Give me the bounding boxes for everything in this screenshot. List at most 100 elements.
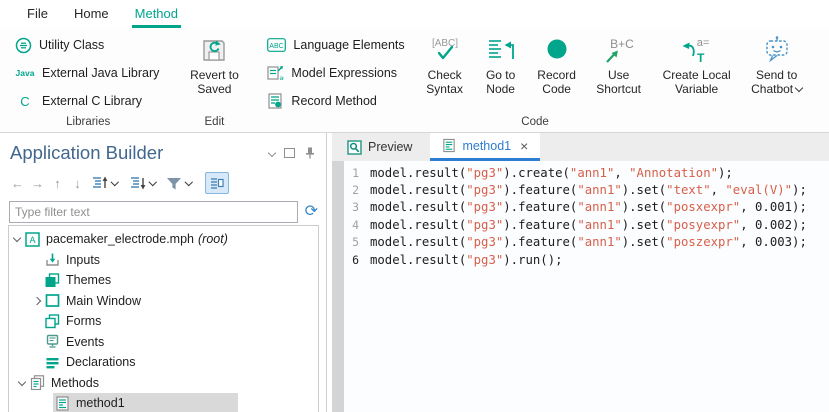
external-java-library-button[interactable]: Java External Java Library xyxy=(10,59,164,87)
tree-item-root[interactable]: A pacemaker_electrode.mph (root) xyxy=(9,229,318,250)
selected-row-highlight: method1 xyxy=(53,393,238,412)
line-number: 2 xyxy=(344,183,359,197)
forward-arrow-icon[interactable]: → xyxy=(29,176,46,191)
language-elements-button[interactable]: ABC Language Elements xyxy=(262,31,409,59)
tab-method1[interactable]: method1 × xyxy=(430,133,540,161)
filter-button[interactable] xyxy=(164,175,198,192)
tab-home[interactable]: Home xyxy=(61,1,122,26)
language-elements-label: Language Elements xyxy=(293,38,404,52)
check-syntax-icon: [ABC] xyxy=(427,32,463,68)
code-text: model.result("pg3").run(); xyxy=(370,253,563,267)
send-to-chatbot-button[interactable]: Send to Chatbot xyxy=(744,29,810,96)
record-method-button[interactable]: Record Method xyxy=(262,87,409,115)
external-c-library-button[interactable]: C External C Library xyxy=(10,87,147,115)
editor-gutter xyxy=(332,161,344,412)
events-icon xyxy=(45,334,60,349)
svg-text:ABC: ABC xyxy=(270,43,284,50)
move-up-arrow-icon[interactable]: ↑ xyxy=(49,176,66,191)
chatbot-icon xyxy=(760,32,794,68)
svg-text:[ABC]: [ABC] xyxy=(432,38,458,49)
tree-root-suffix: (root) xyxy=(198,232,228,246)
refresh-icon[interactable]: ⟳ xyxy=(305,204,318,220)
revert-to-saved-icon xyxy=(198,32,230,68)
tree-item-declarations[interactable]: Declarations xyxy=(9,352,318,373)
code-lines: 1model.result("pg3").create("ann1", "Ann… xyxy=(344,164,829,268)
group-label-code: Code xyxy=(258,116,811,132)
code-line[interactable]: 5 model.result("pg3").feature("ann1").set… xyxy=(344,234,829,251)
code-editor[interactable]: 1model.result("pg3").create("ann1", "Ann… xyxy=(332,161,829,412)
filter-input[interactable] xyxy=(9,201,298,223)
code-line[interactable]: 2model.result("pg3").feature("ann1").set… xyxy=(344,181,829,198)
tab-file[interactable]: File xyxy=(14,1,61,26)
use-shortcut-button[interactable]: B+C Use Shortcut xyxy=(588,29,650,96)
tree-item-forms[interactable]: Forms xyxy=(9,311,318,332)
caret[interactable] xyxy=(29,298,44,304)
tab-method[interactable]: Method xyxy=(122,1,191,26)
check-syntax-button[interactable]: [ABC] Check Syntax xyxy=(418,29,472,96)
close-tab-icon[interactable]: × xyxy=(520,140,528,152)
revert-to-saved-button[interactable]: Revert to Saved xyxy=(178,29,250,96)
themes-icon xyxy=(45,273,60,288)
line-number: 3 xyxy=(344,200,359,214)
tree-item-main-window[interactable]: Main Window xyxy=(9,291,318,312)
create-local-variable-icon: a= T xyxy=(677,32,717,68)
expand-list-button[interactable] xyxy=(89,174,124,192)
tree-item-events[interactable]: Events xyxy=(9,332,318,353)
code-text: model.result("pg3").create("ann1", "Anno… xyxy=(370,166,733,180)
group-label-edit: Edit xyxy=(176,116,252,132)
revert-to-saved-label: Revert to Saved xyxy=(181,68,247,96)
show-in-model-builder-toggle[interactable] xyxy=(205,172,229,194)
go-to-node-label: Go to Node xyxy=(479,68,523,96)
tree-item-themes[interactable]: Themes xyxy=(9,270,318,291)
line-number: 4 xyxy=(344,218,359,232)
svg-text:a=: a= xyxy=(696,37,709,49)
code-line[interactable]: 3 model.result("pg3").feature("ann1").set… xyxy=(344,199,829,216)
model-expressions-label: Model Expressions xyxy=(291,66,397,80)
ribbon-tab-bar: File Home Method xyxy=(0,0,829,27)
code-line[interactable]: 1model.result("pg3").create("ann1", "Ann… xyxy=(344,164,829,181)
tree-item-label: Main Window xyxy=(66,294,141,308)
svg-text:a=: a= xyxy=(280,75,285,81)
record-code-icon xyxy=(540,32,574,68)
tree-item-label: Methods xyxy=(51,376,99,390)
tree-item-methods[interactable]: Methods xyxy=(9,373,318,394)
caret[interactable] xyxy=(14,379,29,387)
use-shortcut-label: Use Shortcut xyxy=(591,68,647,96)
line-number: 5 xyxy=(344,235,359,249)
tree-item-inputs[interactable]: Inputs xyxy=(9,250,318,271)
model-expressions-icon: a= xyxy=(267,65,284,81)
create-local-variable-button[interactable]: a= T Create Local Variable xyxy=(654,29,740,96)
go-to-node-button[interactable]: Go to Node xyxy=(476,29,526,96)
tab-preview[interactable]: Preview xyxy=(335,133,424,161)
record-code-button[interactable]: Record Code xyxy=(530,29,584,96)
utility-class-button[interactable]: Utility Class xyxy=(10,31,109,59)
code-line[interactable]: 6model.result("pg3").run(); xyxy=(344,251,829,268)
check-syntax-label: Check Syntax xyxy=(421,68,469,96)
float-window-icon[interactable] xyxy=(284,148,295,158)
collapse-list-button[interactable] xyxy=(127,174,162,192)
svg-text:B+C: B+C xyxy=(610,37,634,51)
tab-preview-label: Preview xyxy=(368,140,412,154)
window-icon xyxy=(45,293,60,308)
tree-item-label: pacemaker_electrode.mph xyxy=(46,232,194,246)
tree-item-method1[interactable]: method1 xyxy=(9,393,318,412)
pin-icon[interactable] xyxy=(304,147,316,159)
application-tree: A pacemaker_electrode.mph (root) Inputs xyxy=(8,225,319,412)
go-to-node-icon xyxy=(484,32,518,68)
code-line[interactable]: 4model.result("pg3").feature("ann1").set… xyxy=(344,216,829,233)
code-text: model.result("pg3").feature("ann1").set(… xyxy=(370,200,807,214)
move-down-arrow-icon[interactable]: ↓ xyxy=(69,176,86,191)
record-code-label: Record Code xyxy=(533,68,581,96)
model-expressions-button[interactable]: a= Model Expressions xyxy=(262,59,409,87)
language-elements-icon: ABC xyxy=(267,38,286,52)
continue-button[interactable]: Continue xyxy=(820,29,829,82)
chevron-down-icon xyxy=(111,178,119,186)
inputs-icon xyxy=(45,252,60,267)
method-document-icon xyxy=(442,138,456,153)
panel-menu-chevron-icon[interactable] xyxy=(269,146,275,161)
report-view-icon xyxy=(210,177,224,190)
code-text: model.result("pg3").feature("ann1").set(… xyxy=(370,235,807,249)
caret[interactable] xyxy=(9,235,24,243)
back-arrow-icon[interactable]: ← xyxy=(9,176,26,191)
methods-icon xyxy=(30,375,45,390)
